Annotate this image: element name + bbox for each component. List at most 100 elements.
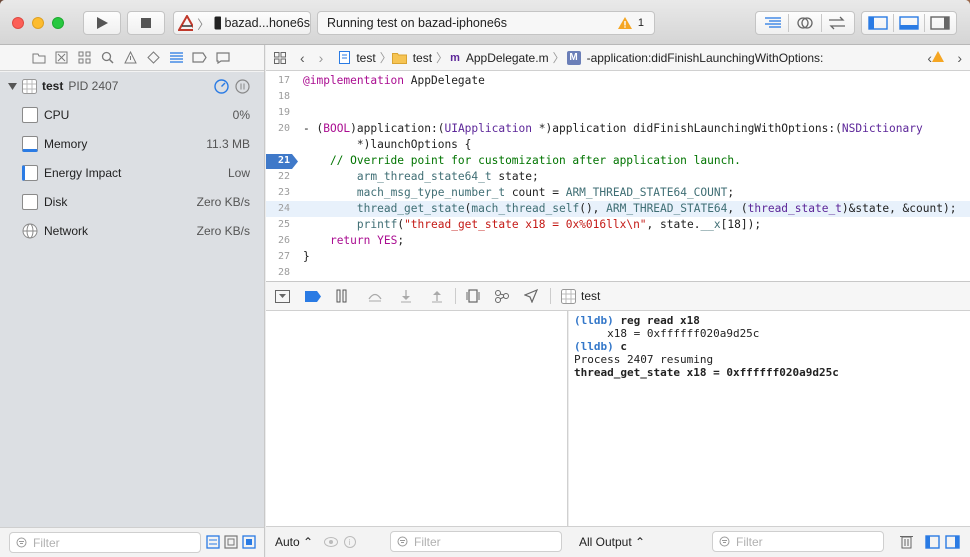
zoom-window-button[interactable] — [52, 17, 64, 29]
console-text: c — [613, 340, 627, 353]
code-line[interactable]: 28 — [266, 265, 970, 281]
minimize-window-button[interactable] — [32, 17, 44, 29]
step-over-icon[interactable] — [368, 290, 382, 302]
process-row[interactable]: test PID 2407 — [0, 72, 264, 100]
print-description-icon[interactable]: i — [344, 536, 356, 548]
jumpbar-group[interactable]: test — [413, 51, 432, 65]
gauge-value: Low — [227, 165, 250, 180]
code-line[interactable]: 27} — [266, 249, 970, 265]
debug-navigator-icon[interactable] — [169, 50, 184, 65]
variables-scope-selector[interactable]: Auto ⌃ — [275, 535, 313, 549]
show-only-running-icon[interactable] — [206, 535, 220, 549]
disclosure-triangle-icon[interactable] — [8, 82, 17, 91]
simulate-location-icon[interactable] — [524, 289, 538, 303]
app-target-icon — [178, 15, 194, 31]
editor-mode-control — [755, 11, 855, 35]
warning-indicator[interactable]: 1 — [617, 12, 644, 34]
utilities-toggle-icon[interactable] — [929, 16, 950, 30]
code-text: } — [303, 250, 310, 263]
scheme-selector[interactable]: 〉 bazad...hone6s — [173, 11, 311, 35]
gauge-cpu[interactable]: CPU 0% — [0, 100, 264, 129]
gauge-energy[interactable]: Energy Impact Low — [0, 158, 264, 187]
test-navigator-icon[interactable] — [146, 50, 161, 65]
code-text: @implementation AppDelegate — [303, 74, 485, 87]
line-number: 18 — [277, 91, 290, 102]
trash-icon[interactable] — [900, 534, 913, 549]
code-line[interactable]: *)launchOptions { — [266, 137, 970, 153]
gauge-value: 0% — [232, 107, 250, 122]
find-navigator-icon[interactable] — [100, 50, 115, 65]
hide-debug-area-icon[interactable] — [275, 289, 290, 303]
code-line[interactable]: 18 — [266, 89, 970, 105]
show-crashed-icon[interactable] — [224, 535, 238, 549]
warning-count: 1 — [637, 17, 644, 29]
variables-filter-input[interactable]: Filter — [390, 531, 562, 552]
debug-thread-label[interactable]: test — [581, 289, 600, 303]
code-line[interactable]: 19 — [266, 105, 970, 121]
issue-warning-icon[interactable] — [932, 51, 944, 62]
console-filter-input[interactable]: Filter — [712, 531, 884, 552]
issue-navigator-icon[interactable] — [123, 50, 138, 65]
standard-editor-icon[interactable] — [763, 16, 783, 30]
code-line[interactable]: 21 // Override point for customization a… — [266, 153, 970, 169]
view-debugger-icon[interactable] — [466, 289, 480, 303]
project-navigator-icon[interactable] — [31, 50, 46, 65]
jumpbar-project[interactable]: test — [356, 51, 375, 65]
code-line[interactable]: 26 return YES; — [266, 233, 970, 249]
stop-button[interactable] — [127, 11, 165, 35]
process-pause-icon[interactable] — [235, 78, 250, 94]
debug-gauges-icon[interactable] — [214, 78, 229, 94]
debug-area-toggle-icon[interactable] — [899, 16, 919, 30]
console-text: thread_get_state x18 = 0xffffff020a9d25c — [574, 366, 839, 379]
lldb-prompt: (lldb) — [574, 314, 614, 327]
pause-continue-icon[interactable] — [336, 289, 348, 303]
code-line[interactable]: 22 arm_thread_state64_t state; — [266, 169, 970, 185]
show-threads-icon[interactable] — [242, 535, 256, 549]
code-line[interactable]: 25 printf("thread_get_state x18 = 0x%016… — [266, 217, 970, 233]
view-toggle-control — [861, 11, 957, 35]
code-text: // Override point for customization afte… — [303, 154, 741, 167]
show-variables-icon[interactable] — [925, 535, 940, 549]
navigator-toggle-icon[interactable] — [868, 16, 889, 30]
back-arrow-icon[interactable]: ‹ — [300, 50, 305, 66]
breakpoint-navigator-icon[interactable] — [192, 50, 207, 65]
xcode-window: 〉 bazad...hone6s Running test on bazad-i… — [0, 0, 970, 557]
code-text: - (BOOL)application:(UIApplication *)app… — [303, 122, 923, 135]
step-into-icon[interactable] — [400, 289, 412, 303]
console-output-selector[interactable]: All Output ⌃ — [579, 535, 645, 549]
related-items-icon[interactable] — [274, 51, 286, 64]
network-gauge-icon — [22, 223, 38, 238]
breakpoints-active-icon[interactable] — [305, 290, 321, 302]
lldb-prompt: (lldb) — [574, 340, 614, 353]
console-view[interactable]: (lldb) reg read x18 x18 = 0xffffff020a9d… — [569, 311, 970, 526]
close-window-button[interactable] — [12, 17, 24, 29]
process-name: test — [42, 79, 64, 93]
symbol-navigator-icon[interactable] — [54, 50, 69, 65]
code-line[interactable]: 20 - (BOOL)application:(UIApplication *)a… — [266, 121, 970, 137]
quick-look-eye-icon[interactable] — [324, 537, 338, 547]
next-issue-icon[interactable]: › — [957, 50, 962, 66]
line-number: 21 — [277, 155, 290, 166]
gauge-disk[interactable]: Disk Zero KB/s — [0, 187, 264, 216]
code-line[interactable]: 23 mach_msg_type_number_t count = ARM_TH… — [266, 185, 970, 201]
gauge-network[interactable]: Network Zero KB/s — [0, 216, 264, 245]
step-out-icon[interactable] — [431, 290, 443, 303]
variables-view[interactable] — [266, 311, 568, 526]
show-console-icon[interactable] — [945, 535, 960, 549]
report-navigator-icon[interactable] — [215, 50, 230, 65]
run-button[interactable] — [83, 11, 121, 35]
jumpbar-file[interactable]: AppDelegate.m — [466, 51, 549, 65]
code-line[interactable]: 17 @implementation AppDelegate — [266, 73, 970, 89]
gauge-memory[interactable]: Memory 11.3 MB — [0, 129, 264, 158]
code-line[interactable]: 24 thread_get_state(mach_thread_self(), … — [266, 201, 970, 217]
navigator-filter-input[interactable]: Filter — [9, 532, 201, 553]
hierarchy-navigator-icon[interactable] — [77, 50, 92, 65]
code-text: printf("thread_get_state x18 = 0x%016llx… — [356, 218, 762, 231]
disk-gauge-icon — [22, 193, 38, 210]
forward-arrow-icon[interactable]: › — [319, 50, 324, 66]
jumpbar-method[interactable]: -application:didFinishLaunchingWithOptio… — [587, 51, 824, 65]
source-editor[interactable]: 17 @implementation AppDelegate 18 19 20 - (BO… — [266, 71, 970, 281]
assistant-editor-icon[interactable] — [795, 16, 815, 30]
version-editor-icon[interactable] — [827, 16, 847, 30]
memory-graph-icon[interactable] — [494, 289, 510, 303]
